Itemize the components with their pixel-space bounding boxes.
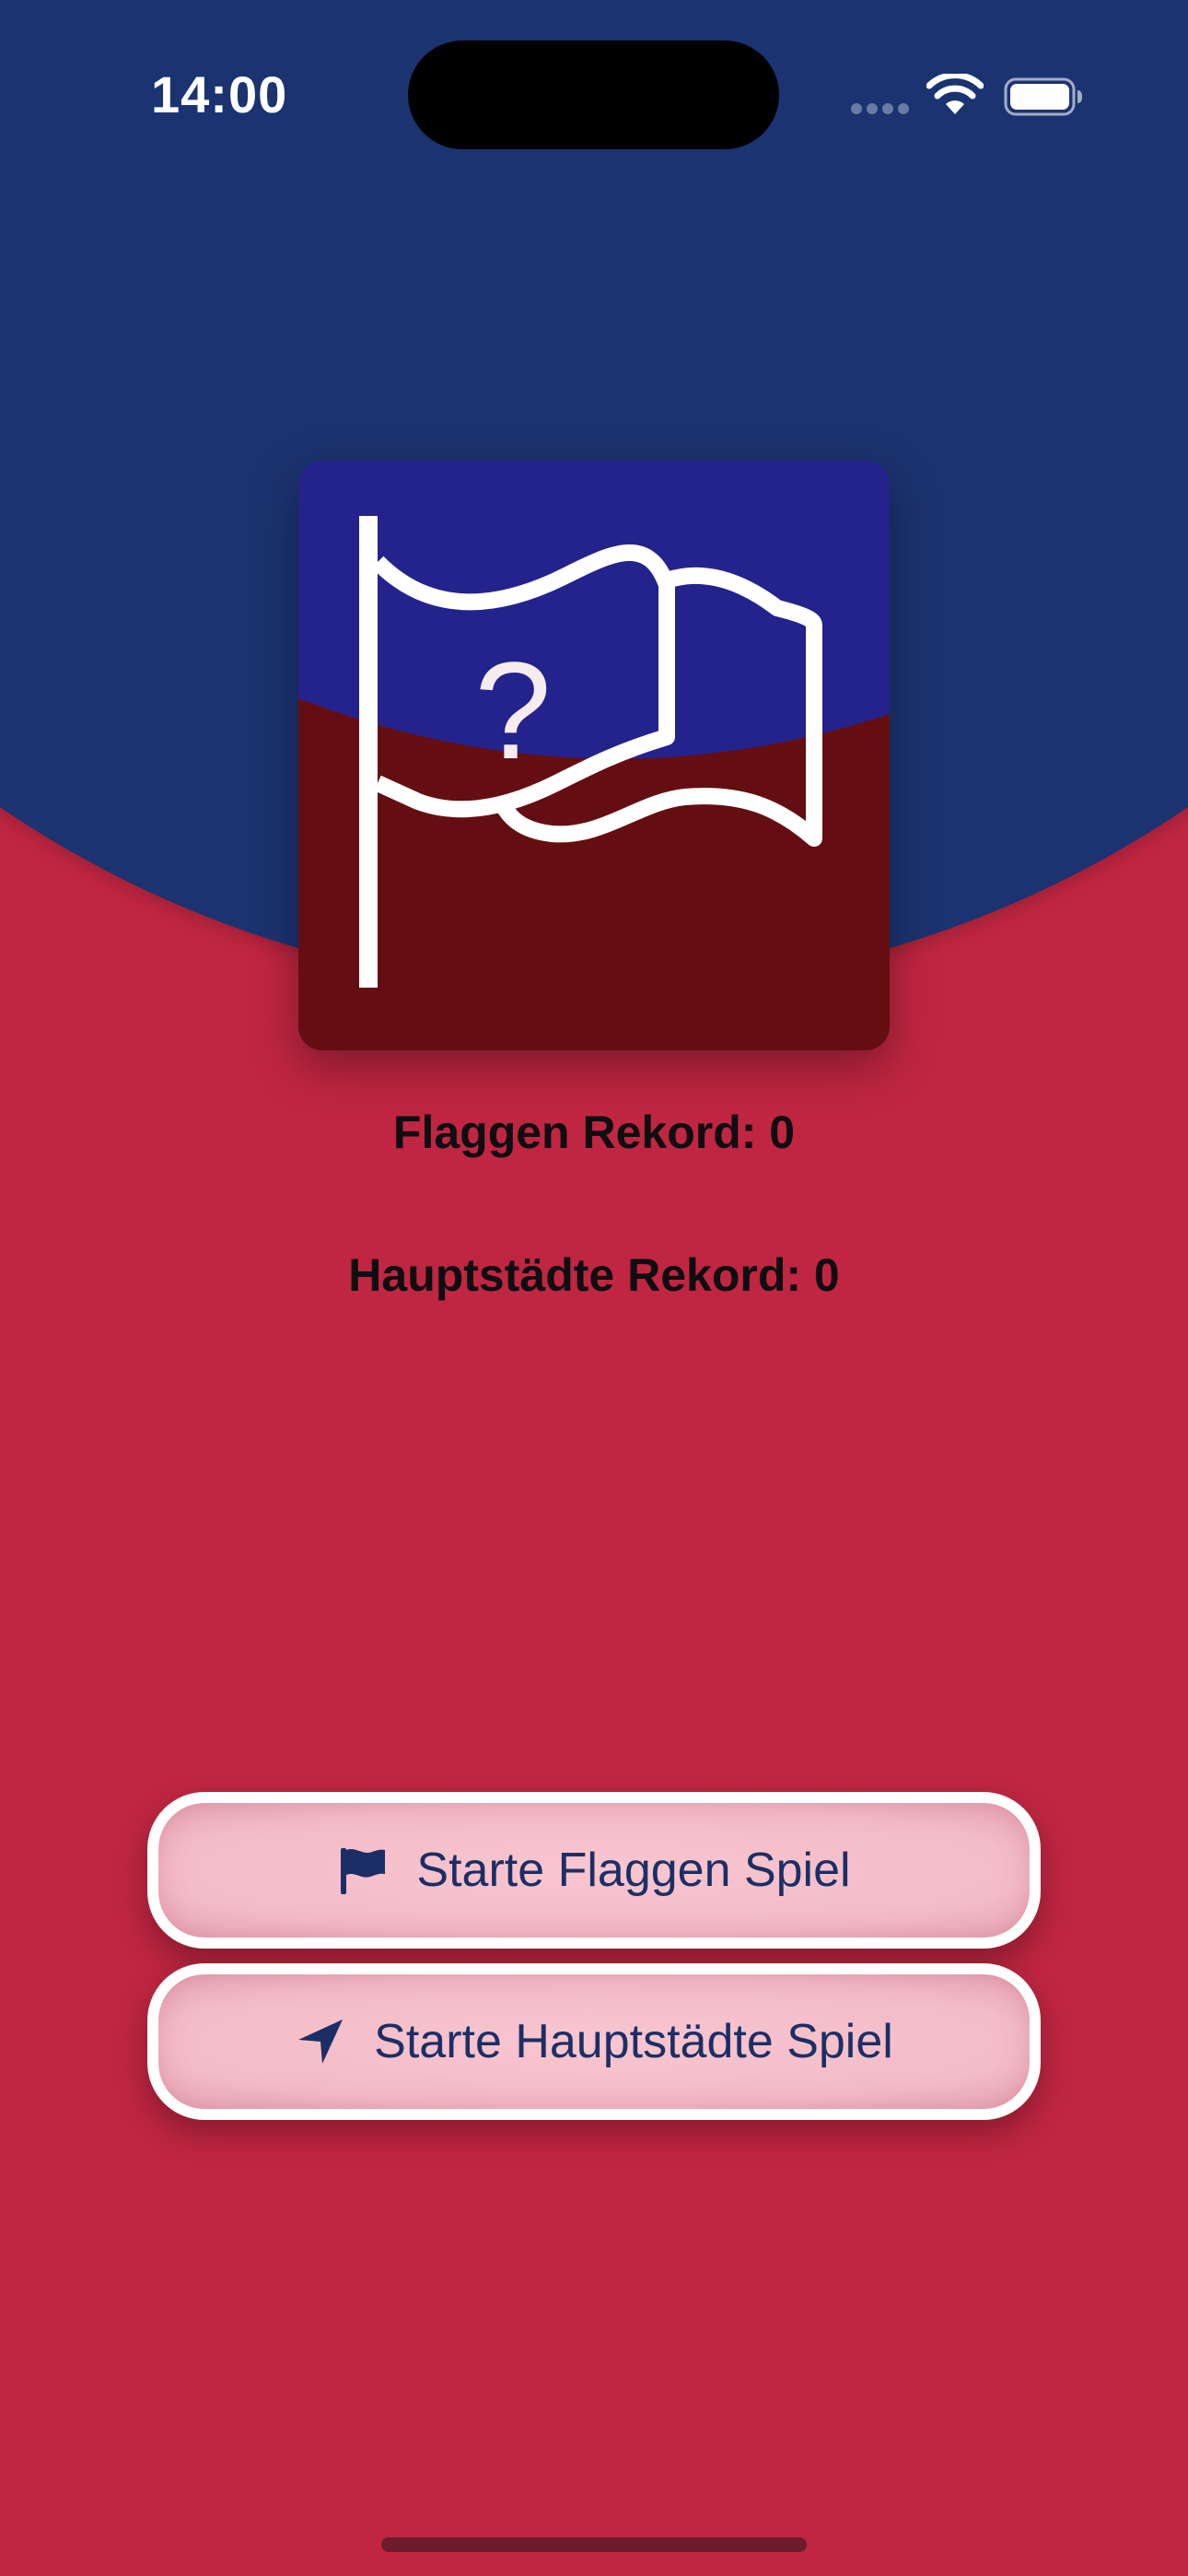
home-indicator[interactable] (381, 2537, 807, 2552)
question-mark: ? (474, 633, 551, 788)
wifi-icon (926, 74, 984, 114)
flags-record-text: Flaggen Rekord: 0 (392, 1107, 796, 1158)
start-flags-game-button[interactable]: Starte Flaggen Spiel (147, 1792, 1041, 1949)
app-screen: 14:00 ? Flaggen Rekord: 0 Hauptstädte Re… (0, 0, 1188, 2576)
location-arrow-icon (298, 2020, 344, 2064)
flag-pole (359, 516, 378, 988)
signal-dots-icon (851, 103, 910, 114)
capitals-record-text: Hauptstädte Rekord: 0 (348, 1249, 840, 1301)
battery-icon (1004, 77, 1082, 116)
dynamic-island (408, 41, 779, 149)
app-logo: ? (298, 461, 890, 1050)
flag-icon (341, 1848, 386, 1894)
start-flags-game-label: Starte Flaggen Spiel (416, 1844, 851, 1897)
start-capitals-game-button[interactable]: Starte Hauptstädte Spiel (147, 1963, 1041, 2120)
start-capitals-game-label: Starte Hauptstädte Spiel (374, 2015, 893, 2068)
flag-question-icon: ? (298, 461, 890, 1050)
status-time: 14:00 (151, 65, 288, 123)
status-bar: 14:00 (0, 0, 1188, 193)
